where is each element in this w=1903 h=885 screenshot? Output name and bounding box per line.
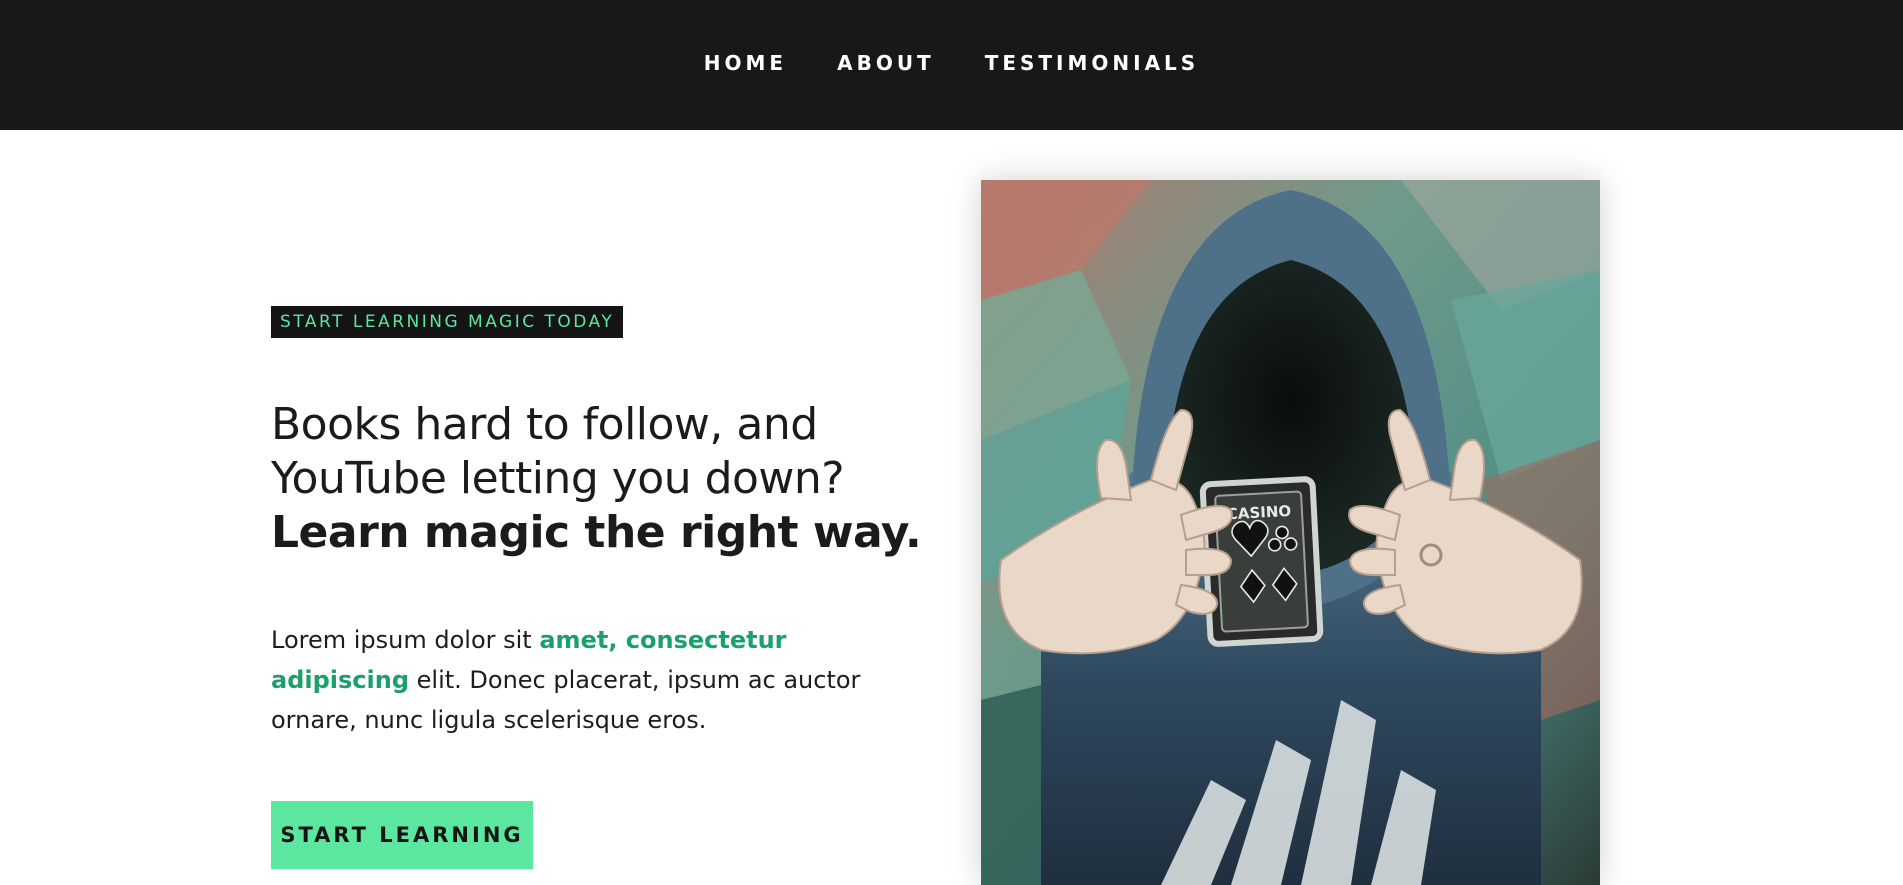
nav-link-testimonials[interactable]: TESTIMONIALS <box>985 53 1200 73</box>
hero-image-magician: CASINO <box>981 180 1600 885</box>
intro-text-start: Lorem ipsum dolor sit <box>271 626 540 654</box>
nav-link-about[interactable]: ABOUT <box>837 53 935 73</box>
nav-link-home[interactable]: HOME <box>704 53 787 73</box>
eyebrow-badge: START LEARNING MAGIC TODAY <box>271 306 624 338</box>
top-navigation: HOME ABOUT TESTIMONIALS <box>0 0 1903 130</box>
hero-intro-paragraph: Lorem ipsum dolor sit amet, consectetur … <box>271 620 901 740</box>
headline-bold-text: Learn magic the right way. <box>271 507 922 558</box>
magician-illustration: CASINO <box>981 180 1600 885</box>
headline-regular-text: Books hard to follow, and YouTube lettin… <box>271 399 845 504</box>
start-learning-button[interactable]: START LEARNING <box>271 801 533 869</box>
hero-headline: Books hard to follow, and YouTube lettin… <box>271 398 941 560</box>
